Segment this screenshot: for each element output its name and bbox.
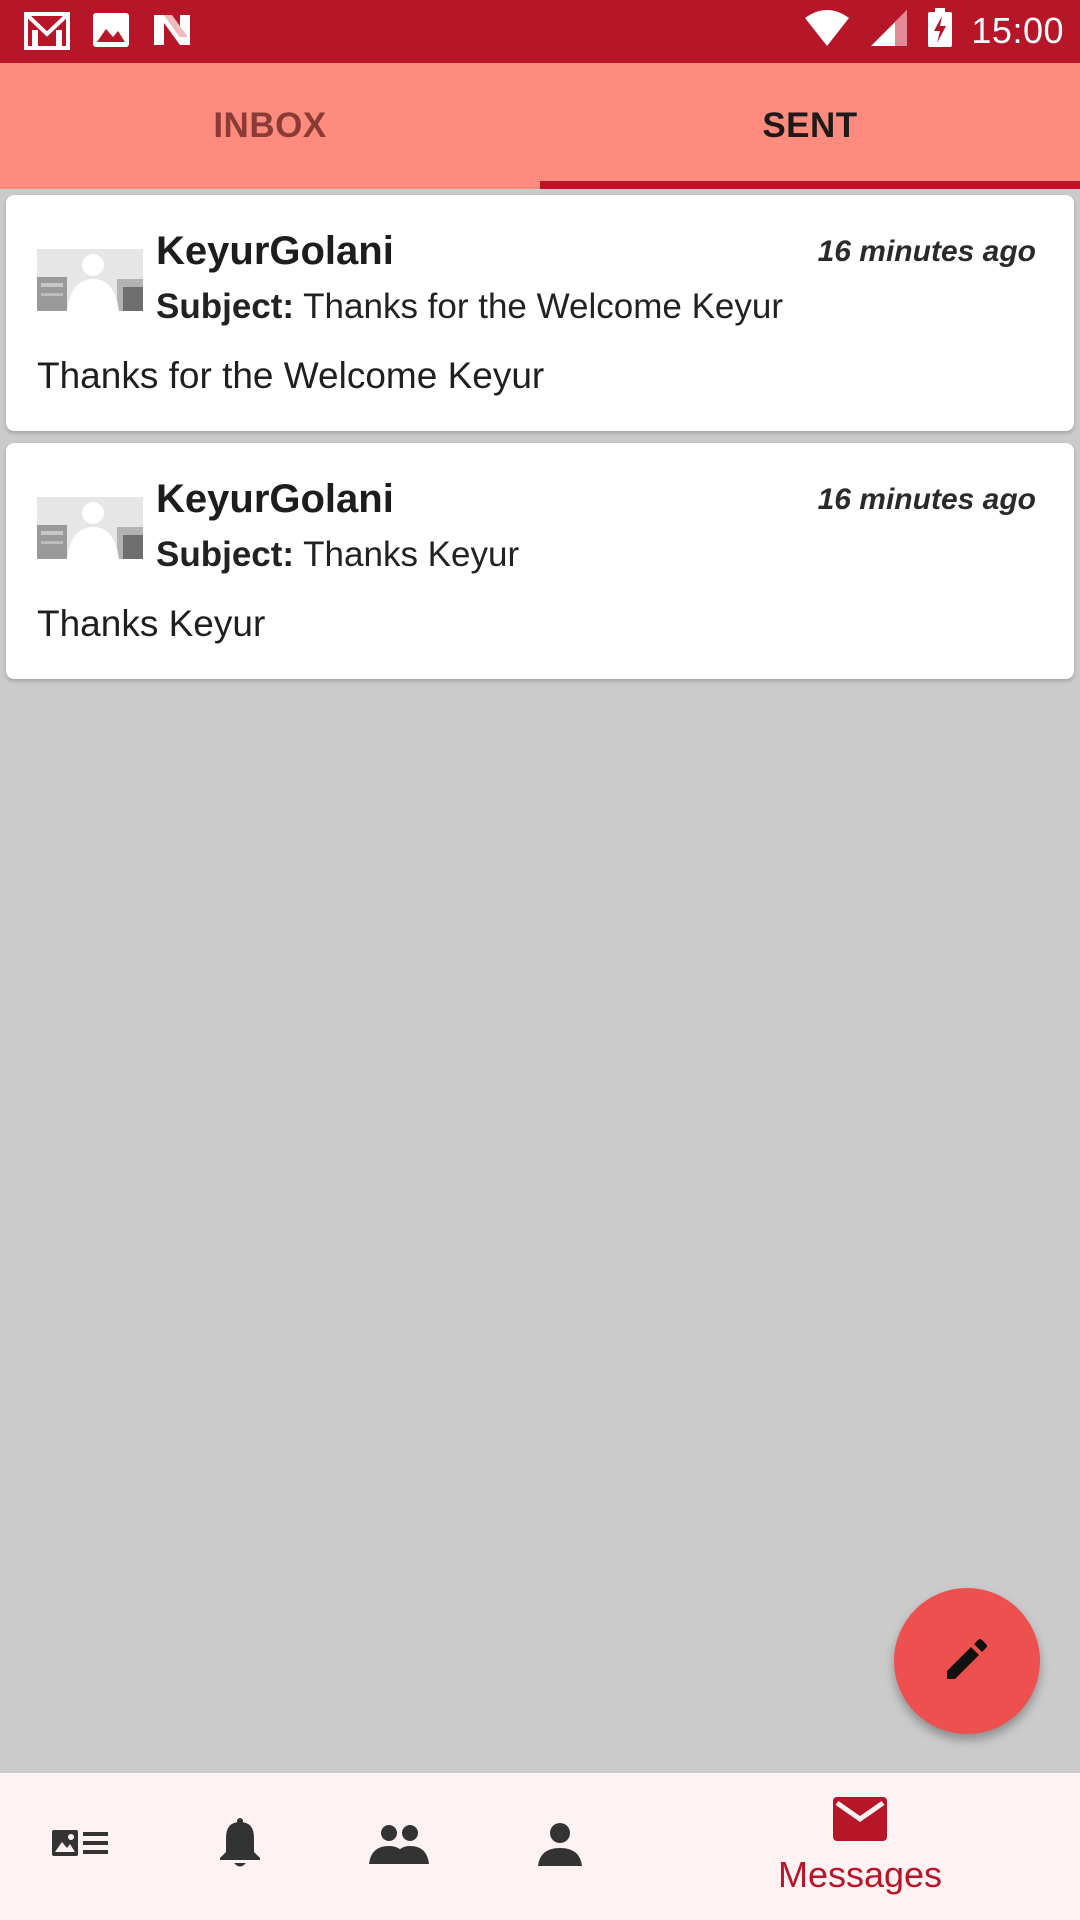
person-icon xyxy=(538,1822,582,1871)
battery-charging-icon xyxy=(927,8,953,53)
message-card[interactable]: KeyurGolani 16 minutes ago Subject: Than… xyxy=(6,195,1074,431)
subject-label: Subject: xyxy=(156,287,295,326)
subject-text: Thanks Keyur xyxy=(303,535,520,574)
message-sender: KeyurGolani xyxy=(156,477,394,521)
tab-indicator xyxy=(540,181,1080,189)
message-subject: Subject: Thanks for the Welcome Keyur xyxy=(156,287,783,327)
nav-notifications[interactable] xyxy=(200,1773,280,1920)
n-icon xyxy=(152,11,192,49)
pencil-icon xyxy=(941,1633,993,1690)
tab-inbox-label: INBOX xyxy=(213,106,327,145)
bell-icon xyxy=(218,1818,262,1875)
bottom-navigation: Messages xyxy=(0,1773,1080,1920)
subject-text: Thanks for the Welcome Keyur xyxy=(303,287,784,326)
nav-messages-label: Messages xyxy=(777,1854,943,1895)
clock: 15:00 xyxy=(971,9,1064,51)
message-subject: Subject: Thanks Keyur xyxy=(156,535,519,575)
status-bar: 15:00 xyxy=(0,0,1080,63)
nav-messages[interactable]: Messages xyxy=(740,1773,980,1920)
news-feed-icon xyxy=(52,1828,108,1865)
image-icon xyxy=(92,11,130,49)
nav-friends[interactable] xyxy=(360,1773,440,1920)
nav-feed[interactable] xyxy=(40,1773,120,1920)
notification-icons xyxy=(24,10,192,50)
cell-signal-icon xyxy=(869,8,909,53)
message-body: Thanks Keyur xyxy=(37,603,266,644)
avatar xyxy=(37,249,143,311)
message-sender: KeyurGolani xyxy=(156,229,394,273)
group-icon xyxy=(369,1824,431,1869)
mail-icon xyxy=(833,1797,887,1846)
tab-sent-label: SENT xyxy=(762,106,858,145)
gmail-icon xyxy=(24,10,70,50)
message-time: 16 minutes ago xyxy=(817,483,1036,516)
tab-sent[interactable]: SENT xyxy=(540,63,1080,189)
message-card[interactable]: KeyurGolani 16 minutes ago Subject: Than… xyxy=(6,443,1074,679)
compose-button[interactable] xyxy=(894,1588,1040,1734)
nav-profile[interactable] xyxy=(520,1773,600,1920)
message-body: Thanks for the Welcome Keyur xyxy=(37,355,545,396)
subject-label: Subject: xyxy=(156,535,295,574)
wifi-icon xyxy=(803,8,851,53)
tab-inbox[interactable]: INBOX xyxy=(0,63,540,189)
avatar xyxy=(37,497,143,559)
message-time: 16 minutes ago xyxy=(817,235,1036,268)
tab-bar: INBOX SENT xyxy=(0,63,1080,189)
system-status: 15:00 xyxy=(803,8,1064,53)
